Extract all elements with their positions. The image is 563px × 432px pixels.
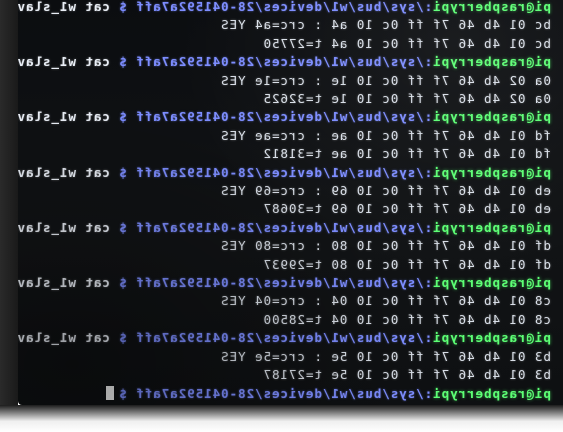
terminal-screen: pi@raspberrypi:/sys/bus/w1/devices/28-04… — [18, 0, 563, 405]
output-text: df 01 4b 46 7f ff 0c 10 80 : crc=80 YES — [220, 238, 551, 254]
prompt-user-host: pi@raspberrypi — [432, 275, 551, 290]
text-cursor[interactable] — [106, 386, 115, 401]
terminal-output-line: 0a 02 4b 46 7f ff 0c 10 1e : crc=1e YES — [220, 72, 551, 88]
command-text: cat w1_slave — [18, 0, 110, 14]
prompt-user-host: pi@raspberrypi — [432, 219, 551, 235]
prompt-user-host: pi@raspberrypi — [432, 330, 551, 346]
prompt-user-host: pi@raspberrypi — [432, 386, 551, 402]
output-text: b3 01 4b 46 7f ff 0c 10 5e t=27187 — [262, 367, 551, 382]
terminal-command-line: pi@raspberrypi:/sys/bus/w1/devices/28-04… — [18, 0, 551, 14]
terminal-output-line: eb 01 4b 46 7f ff 0c 10 69 : crc=69 YES — [220, 183, 551, 198]
command-text: cat w1_slave — [18, 109, 110, 125]
terminal-output-line: c8 01 4b 46 7f ff 0c 10 04 t=28500 — [262, 311, 551, 327]
terminal-output-line: 0a 02 4b 46 7f ff 0c 10 1e t=32625 — [262, 91, 551, 106]
output-text: eb 01 4b 46 7f ff 0c 10 69 : crc=69 YES — [220, 183, 551, 198]
output-text: eb 01 4b 46 7f ff 0c 10 69 t=30687 — [262, 201, 551, 217]
prompt-path: :/sys/bus/w1/devices/28-041592a7aff $ — [118, 330, 433, 346]
output-text: fd 01 4b 46 7f ff 0c 10 ae : crc=ae YES — [220, 127, 551, 143]
command-text: cat w1_slave — [18, 275, 110, 290]
terminal-command-line: pi@raspberrypi:/sys/bus/w1/devices/28-04… — [18, 219, 551, 235]
monitor-bezel-bottom — [0, 405, 563, 432]
terminal-output-line: bc 01 4b 46 7f ff 0c 10 a4 t=27750 — [262, 35, 551, 51]
terminal-output-line: df 01 4b 46 7f ff 0c 10 80 t=29937 — [262, 256, 551, 272]
output-text: c8 01 4b 46 7f ff 0c 10 04 t=28500 — [262, 311, 551, 327]
terminal-active-prompt[interactable]: pi@raspberrypi:/sys/bus/w1/devices/28-04… — [106, 386, 551, 401]
output-text: bc 01 4b 46 7f ff 0c 10 a4 t=27750 — [262, 35, 551, 51]
output-text: df 01 4b 46 7f ff 0c 10 80 t=29937 — [262, 256, 551, 272]
terminal-output-line: c8 01 4b 46 7f ff 0c 10 04 : crc=04 YES — [220, 293, 551, 309]
output-text: 0a 02 4b 46 7f ff 0c 10 1e t=32625 — [262, 91, 551, 106]
output-text: c8 01 4b 46 7f ff 0c 10 04 : crc=04 YES — [220, 293, 551, 309]
terminal-output-line: df 01 4b 46 7f ff 0c 10 80 : crc=80 YES — [220, 238, 551, 254]
terminal-output-line: b3 01 4b 46 7f ff 0c 10 5e : crc=5e YES — [220, 348, 551, 364]
output-text: b3 01 4b 46 7f ff 0c 10 5e : crc=5e YES — [220, 348, 551, 364]
command-text: cat w1_slave — [18, 219, 110, 235]
prompt-path: :/sys/bus/w1/devices/28-041592a7aff $ — [118, 54, 433, 70]
prompt-path: :/sys/bus/w1/devices/28-041592a7aff $ — [118, 0, 433, 14]
terminal-command-line: pi@raspberrypi:/sys/bus/w1/devices/28-04… — [18, 164, 551, 180]
terminal-command-line: pi@raspberrypi:/sys/bus/w1/devices/28-04… — [18, 109, 551, 125]
command-text: cat w1_slave — [18, 54, 110, 70]
prompt-user-host: pi@raspberrypi — [432, 0, 551, 14]
command-text: cat w1_slave — [18, 164, 110, 180]
prompt-path: :/sys/bus/w1/devices/28-041592a7aff $ — [118, 386, 433, 402]
command-text: cat w1_slave — [18, 330, 110, 346]
terminal-output-line: eb 01 4b 46 7f ff 0c 10 69 t=30687 — [262, 201, 551, 217]
terminal-output-line: fd 01 4b 46 7f ff 0c 10 ae t=31812 — [262, 146, 551, 162]
output-text: 0a 02 4b 46 7f ff 0c 10 1e : crc=1e YES — [220, 72, 551, 88]
terminal-command-line: pi@raspberrypi:/sys/bus/w1/devices/28-04… — [18, 330, 551, 346]
output-text: fd 01 4b 46 7f ff 0c 10 ae t=31812 — [262, 146, 551, 162]
prompt-path: :/sys/bus/w1/devices/28-041592a7aff $ — [118, 109, 433, 125]
prompt-user-host: pi@raspberrypi — [432, 54, 551, 70]
terminal-output-line: b3 01 4b 46 7f ff 0c 10 5e t=27187 — [262, 367, 551, 382]
terminal-command-line: pi@raspberrypi:/sys/bus/w1/devices/28-04… — [18, 275, 551, 290]
terminal-output-line: fd 01 4b 46 7f ff 0c 10 ae : crc=ae YES — [220, 127, 551, 143]
output-text: bc 01 4b 46 7f ff 0c 10 a4 : crc=a4 YES — [220, 17, 551, 33]
prompt-user-host: pi@raspberrypi — [432, 109, 551, 125]
prompt-path: :/sys/bus/w1/devices/28-041592a7aff $ — [118, 275, 433, 290]
prompt-path: :/sys/bus/w1/devices/28-041592a7aff $ — [118, 164, 433, 180]
monitor-bezel-left — [0, 0, 18, 432]
prompt-path: :/sys/bus/w1/devices/28-041592a7aff $ — [118, 219, 433, 235]
terminal-output[interactable]: pi@raspberrypi:/sys/bus/w1/devices/28-04… — [18, 0, 563, 405]
prompt-user-host: pi@raspberrypi — [432, 164, 551, 180]
terminal-output-line: bc 01 4b 46 7f ff 0c 10 a4 : crc=a4 YES — [220, 17, 551, 33]
terminal-command-line: pi@raspberrypi:/sys/bus/w1/devices/28-04… — [18, 54, 551, 70]
